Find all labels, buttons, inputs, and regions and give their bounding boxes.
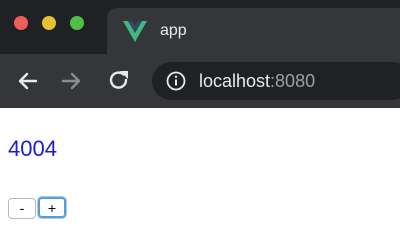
arrow-left-icon[interactable] bbox=[15, 68, 41, 94]
decrement-button[interactable]: - bbox=[8, 198, 36, 219]
address-bar[interactable]: localhost:8080 bbox=[152, 62, 400, 100]
counter-value: 4004 bbox=[8, 136, 57, 161]
url-host: localhost bbox=[199, 71, 271, 91]
browser-tab[interactable]: app bbox=[107, 8, 400, 54]
reload-icon[interactable] bbox=[106, 68, 132, 94]
arrow-right-icon[interactable] bbox=[58, 68, 84, 94]
tab-title: app bbox=[160, 22, 187, 39]
browser-toolbar: localhost:8080 bbox=[0, 54, 400, 108]
url-port: :8080 bbox=[270, 71, 316, 91]
window-minimize-button[interactable] bbox=[42, 16, 56, 30]
window-maximize-button[interactable] bbox=[70, 16, 84, 30]
info-icon[interactable] bbox=[166, 71, 186, 91]
url-text[interactable]: localhost:8080 bbox=[199, 71, 315, 91]
browser-titlebar: app bbox=[0, 0, 400, 54]
window-close-button[interactable] bbox=[14, 16, 28, 30]
increment-button[interactable]: + bbox=[38, 197, 66, 218]
page-content: 4004 - + bbox=[0, 108, 400, 251]
vue-logo-icon bbox=[123, 21, 147, 42]
